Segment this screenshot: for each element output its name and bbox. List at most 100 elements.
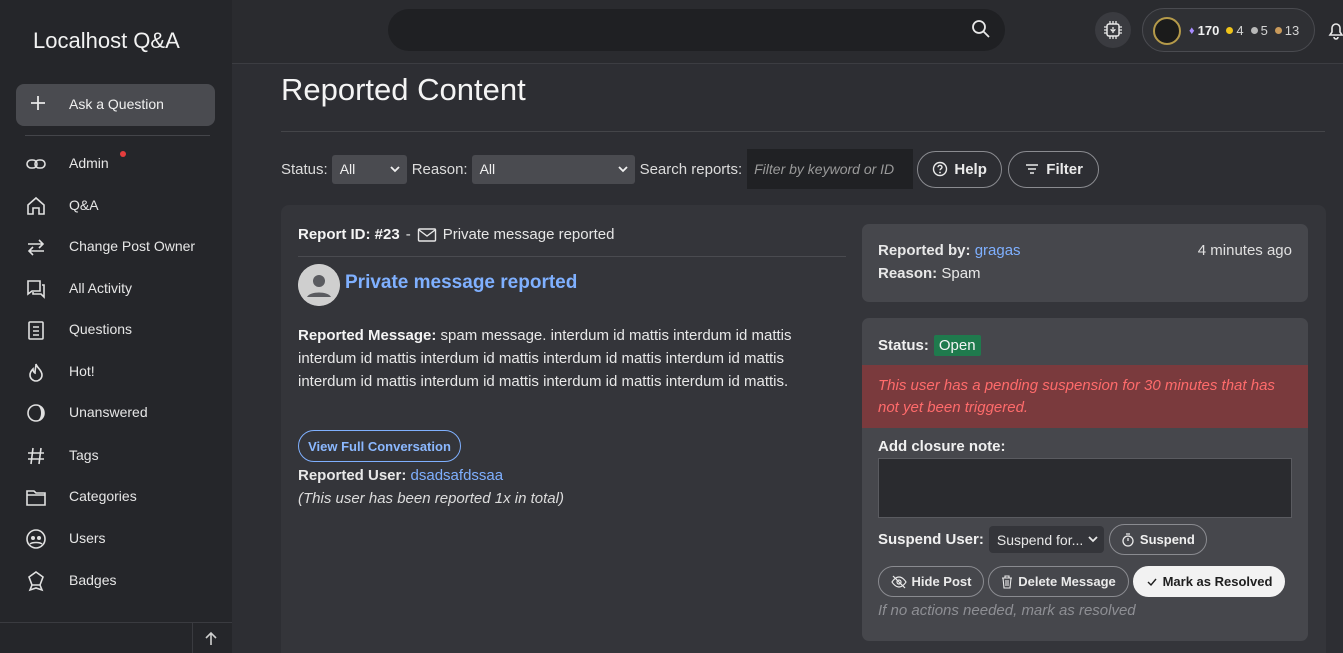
chevron-down-icon	[389, 163, 401, 175]
sidebar-item-label: Hot!	[69, 363, 95, 379]
divider	[298, 256, 846, 257]
filter-lines-icon	[1024, 161, 1040, 177]
divider	[25, 135, 210, 136]
reported-message-label: Reported Message:	[298, 327, 437, 344]
bronze-badge-icon	[1274, 27, 1282, 34]
reported-by-label: Reported by:	[878, 242, 971, 259]
search-input[interactable]	[388, 9, 1005, 51]
reported-message: Reported Message: spam message. interdum…	[298, 324, 828, 393]
reported-by-link[interactable]: gragas	[975, 242, 1021, 259]
search-reports-label: Search reports:	[639, 160, 743, 178]
gem-icon: ♦	[1189, 24, 1195, 37]
reported-user-label: Reported User:	[298, 467, 407, 484]
top-bar: ♦ 170 4 5 13	[232, 0, 1343, 64]
sidebar-item-label: Q&A	[69, 197, 99, 213]
separator: -	[405, 226, 411, 243]
sidebar-item-admin[interactable]: Admin	[0, 143, 232, 183]
suspend-duration-select[interactable]: Suspend for...	[988, 526, 1104, 553]
closure-note-textarea[interactable]	[878, 458, 1292, 518]
status-label: Status:	[878, 337, 929, 354]
suspension-warning: This user has a pending suspension for 3…	[862, 365, 1308, 428]
status-select[interactable]: All	[331, 154, 407, 184]
reason-label: Reason:	[878, 265, 938, 282]
sidebar-item-label: Users	[69, 530, 106, 546]
app-title[interactable]: Localhost Q&A	[33, 28, 180, 54]
flame-icon	[25, 361, 47, 383]
actions-panel: Status: Open This user has a pending sus…	[862, 318, 1308, 641]
filter-bar: Status: All Reason: All Search reports: …	[281, 149, 1100, 189]
avatar	[298, 264, 340, 306]
delete-message-button[interactable]: Delete Message	[988, 566, 1129, 597]
status-select-value: All	[339, 161, 356, 177]
silver-badge-icon	[1250, 27, 1258, 34]
voice-chip-button[interactable]	[1095, 12, 1131, 48]
suspend-row: Suspend User: Suspend for... Suspend	[878, 524, 1207, 555]
report-count-text: (This user has been reported 1x in total…	[298, 490, 564, 507]
sidebar-item-label: Unanswered	[69, 404, 148, 420]
hide-post-button[interactable]: Hide Post	[878, 566, 984, 597]
sidebar-item-label: Questions	[69, 321, 133, 337]
status-line: Status: Open	[878, 335, 981, 356]
sidebar-item-categories[interactable]: Categories	[0, 476, 232, 516]
filter-label: Filter	[1046, 160, 1083, 178]
ask-question-button[interactable]: Ask a Question	[16, 84, 215, 126]
users-icon	[25, 528, 47, 550]
reputation-points: 170	[1197, 23, 1220, 38]
scroll-top-icon[interactable]	[203, 631, 219, 647]
chevron-down-icon	[617, 163, 629, 175]
sidebar-item-badges[interactable]: Badges	[0, 560, 232, 600]
report-details-panel: Reported by: gragas 4 minutes ago Reason…	[862, 224, 1308, 302]
sidebar-item-label: Badges	[69, 572, 117, 588]
mark-resolved-label: Mark as Resolved	[1162, 574, 1273, 589]
help-label: Help	[954, 160, 987, 178]
plus-icon	[28, 93, 48, 113]
gold-count: 4	[1236, 23, 1244, 38]
action-buttons: Hide Post Delete Message Mark as Resolve…	[878, 566, 1285, 597]
bronze-count: 13	[1284, 23, 1300, 38]
chevron-down-icon	[1088, 534, 1098, 544]
suspend-label: Suspend	[1139, 532, 1195, 547]
search-reports-input[interactable]: Filter by keyword or ID	[747, 149, 914, 189]
sidebar-item-change-post-owner[interactable]: Change Post Owner	[0, 226, 232, 266]
badge-icon	[25, 570, 47, 592]
avatar	[1153, 17, 1181, 45]
search-icon[interactable]	[971, 19, 991, 39]
reason-select[interactable]: All	[471, 154, 635, 184]
suspend-button[interactable]: Suspend	[1108, 524, 1207, 555]
reported-user-link[interactable]: dsadsafdssaa	[411, 467, 504, 484]
sidebar-item-tags[interactable]: Tags	[0, 435, 232, 475]
post-title-link[interactable]: Private message reported	[345, 272, 577, 294]
hash-icon	[25, 445, 47, 467]
user-menu[interactable]: ♦ 170 4 5 13	[1142, 8, 1315, 52]
help-button[interactable]: Help	[917, 150, 1003, 188]
notification-dot	[120, 151, 126, 157]
reason-select-value: All	[479, 161, 496, 177]
half-moon-icon	[25, 402, 47, 424]
reputation-summary: ♦ 170 4 5 13	[1189, 23, 1299, 38]
reason-value: Spam	[941, 265, 981, 282]
report-id: Report ID: #23	[298, 226, 400, 243]
eye-slash-icon	[890, 575, 907, 589]
check-icon	[1146, 576, 1158, 588]
filter-button[interactable]: Filter	[1008, 150, 1100, 188]
sidebar-item-label: All Activity	[69, 280, 133, 296]
gold-badge-icon	[1226, 27, 1234, 34]
bell-icon[interactable]	[1326, 20, 1343, 40]
reason-filter-label: Reason:	[411, 160, 468, 178]
swap-icon	[25, 236, 47, 258]
sidebar-item-hot[interactable]: Hot!	[0, 351, 232, 391]
report-header: Report ID: #23 - Private message reporte…	[298, 226, 614, 243]
sidebar-item-unanswered[interactable]: Unanswered	[0, 392, 232, 432]
question-circle-icon	[932, 161, 948, 177]
status-filter-label: Status:	[281, 160, 328, 178]
view-full-conversation-button[interactable]: View Full Conversation	[298, 430, 461, 462]
sidebar-item-all-activity[interactable]: All Activity	[0, 268, 232, 308]
envelope-icon	[417, 227, 437, 243]
divider	[192, 623, 193, 653]
sidebar-item-users[interactable]: Users	[0, 518, 232, 558]
sidebar-item-qa[interactable]: Q&A	[0, 185, 232, 225]
clipboard-icon	[25, 319, 47, 341]
sidebar-item-questions[interactable]: Questions	[0, 309, 232, 349]
reported-by: Reported by: gragas	[878, 242, 1021, 259]
mark-resolved-button[interactable]: Mark as Resolved	[1133, 566, 1285, 597]
